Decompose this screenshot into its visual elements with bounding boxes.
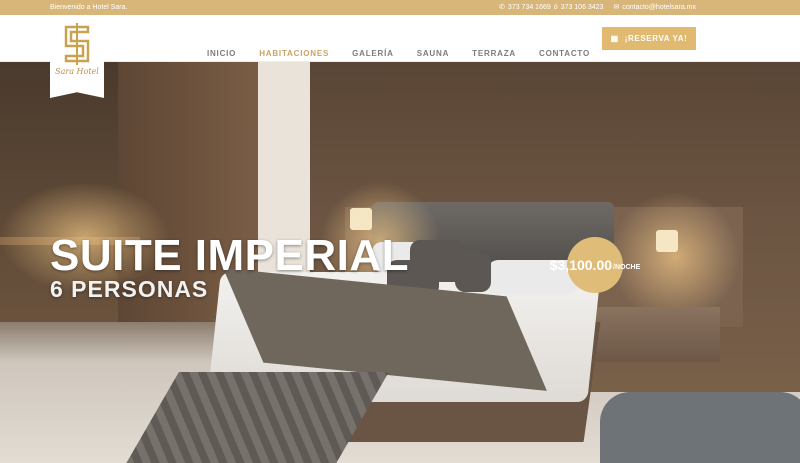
nav-item-contacto[interactable]: CONTACTO (539, 49, 590, 58)
price-amount: $3,100.00 (549, 257, 613, 273)
nav-item-terraza[interactable]: TERRAZA (472, 49, 516, 58)
nav-item-sauna[interactable]: SAUNA (417, 49, 449, 58)
calendar-icon: ▦ (610, 34, 619, 43)
reserve-button-label: ¡RESERVA YA! (624, 34, 688, 43)
top-info-bar: Bienvenido a Hotel Sara. ✆ 373 734 1669 … (0, 0, 800, 15)
hero-banner: SUITE IMPERIAL 6 PERSONAS $3,100.00 /NOC… (0, 62, 800, 463)
logo-emblem (64, 23, 90, 65)
price-badge: $3,100.00 /NOCHE (550, 237, 640, 293)
reserve-button[interactable]: ▦ ¡RESERVA YA! (602, 27, 696, 50)
hotel-logo[interactable]: Sara Hotel (50, 15, 104, 98)
nav-item-inicio[interactable]: INICIO (207, 49, 236, 58)
welcome-text: Bienvenido a Hotel Sara. (50, 4, 128, 11)
room-capacity: 6 PERSONAS (50, 276, 209, 302)
phone-2[interactable]: 373 106 3423 (561, 0, 604, 15)
email-contact[interactable]: ✉ contacto@hotelsara.mx (613, 0, 696, 15)
nav-item-galeria[interactable]: GALERÍA (352, 49, 394, 58)
phone-contact[interactable]: ✆ 373 734 1669 ó 373 106 3423 (499, 0, 603, 15)
logo-wordmark: Sara Hotel (55, 67, 99, 76)
email-link[interactable]: contacto@hotelsara.mx (622, 0, 696, 15)
price-unit: /NOCHE (613, 263, 641, 271)
phone-1[interactable]: 373 734 1669 (508, 0, 551, 15)
nav-item-habitaciones[interactable]: HABITACIONES (259, 49, 329, 58)
phone-separator: ó (553, 4, 558, 11)
room-title: SUITE IMPERIAL (50, 231, 410, 280)
contact-info: ✆ 373 734 1669 ó 373 106 3423 ✉ contacto… (499, 0, 696, 15)
mail-icon: ✉ (613, 4, 620, 11)
phone-icon: ✆ (499, 4, 505, 11)
